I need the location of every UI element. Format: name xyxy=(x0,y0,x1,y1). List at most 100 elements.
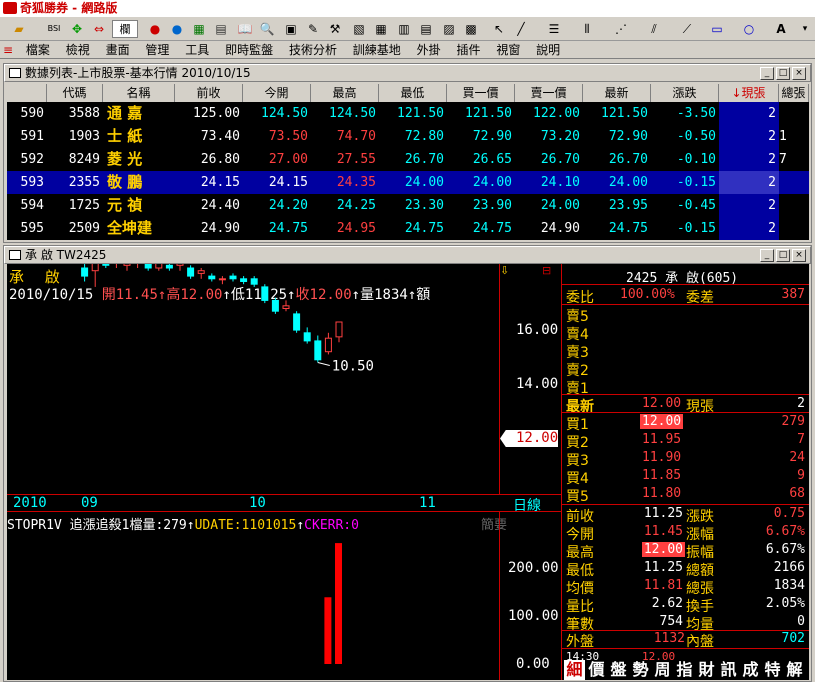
table-cell-prev-close: 24.40 xyxy=(200,198,240,213)
year-label: 2010 xyxy=(13,495,47,511)
ellipse-icon[interactable]: ○ xyxy=(740,20,758,38)
close-button[interactable]: × xyxy=(792,67,806,80)
tool-icon-4[interactable]: ▤ xyxy=(212,20,230,38)
folder-icon[interactable]: ▰ xyxy=(10,20,28,38)
menu-file[interactable]: 檔案 xyxy=(20,41,56,59)
candle-body xyxy=(165,264,173,269)
stat-label-2: 總張 xyxy=(686,581,714,597)
chart-close-button[interactable]: × xyxy=(792,249,806,262)
quote-tab[interactable]: 盤 xyxy=(608,660,629,680)
quote-tab[interactable]: 指 xyxy=(674,660,695,680)
bid-price[interactable]: 11.90 xyxy=(640,450,683,465)
quote-tab[interactable]: 勢 xyxy=(630,660,651,680)
column-header-row-number[interactable] xyxy=(7,84,47,102)
candle-body xyxy=(218,278,226,281)
quote-tab[interactable]: 訊 xyxy=(718,660,739,680)
menu-addon[interactable]: 插件 xyxy=(450,41,486,59)
bid-level-label: 買5 xyxy=(566,489,589,505)
text-icon[interactable]: A xyxy=(772,20,790,38)
candle-body xyxy=(282,305,290,309)
bsi-icon[interactable]: BSI xyxy=(45,20,63,38)
rect-icon[interactable]: ▭ xyxy=(708,20,726,38)
table-cell-row-number: 591 xyxy=(20,129,44,144)
column-header-bid[interactable]: 買一價 xyxy=(447,84,515,102)
tool-icon-9[interactable]: ▦ xyxy=(372,20,390,38)
menu-window[interactable]: 視窗 xyxy=(490,41,526,59)
candle-body xyxy=(187,267,195,277)
table-cell-bid: 24.00 xyxy=(472,175,512,190)
menu-tools[interactable]: 工具 xyxy=(179,41,215,59)
maximize-button[interactable]: □ xyxy=(776,67,790,80)
quote-tab[interactable]: 解 xyxy=(784,660,805,680)
menu-view[interactable]: 檢視 xyxy=(60,41,96,59)
menu-monitor[interactable]: 即時監盤 xyxy=(219,41,279,59)
channel-icon[interactable]: ⫽ xyxy=(645,20,663,38)
tool-icon-13[interactable]: ▩ xyxy=(462,20,480,38)
tool-icon-10[interactable]: ▥ xyxy=(395,20,413,38)
column-header-change[interactable]: 漲跌 xyxy=(651,84,719,102)
quote-tab[interactable]: 財 xyxy=(696,660,717,680)
quote-tab[interactable]: 價 xyxy=(586,660,607,680)
menu-analysis[interactable]: 技術分析 xyxy=(283,41,343,59)
table-cell-open: 24.15 xyxy=(268,175,308,190)
column-header-current-vol[interactable]: ↓現張 xyxy=(719,84,779,102)
menu-help[interactable]: 說明 xyxy=(530,41,566,59)
volume-tick: 100.00 xyxy=(508,608,559,624)
move-icon[interactable]: ✥ xyxy=(68,20,86,38)
column-header-low[interactable]: 最低 xyxy=(379,84,447,102)
minimize-button[interactable]: _ xyxy=(760,67,774,80)
candlestick-chart[interactable]: 16.9010.50 xyxy=(7,264,561,680)
box-icon[interactable]: ⊟ xyxy=(542,264,551,277)
chart-maximize-button[interactable]: □ xyxy=(776,249,790,262)
bid-price[interactable]: 11.95 xyxy=(640,432,683,447)
tool-icon-7[interactable]: ⚒ xyxy=(326,20,344,38)
tool-icon-8[interactable]: ▧ xyxy=(350,20,368,38)
menu-plugin[interactable]: 外掛 xyxy=(411,41,447,59)
tool-icon-12[interactable]: ▨ xyxy=(440,20,458,38)
quote-tab[interactable]: 細 xyxy=(564,660,585,680)
menu-manage[interactable]: 管理 xyxy=(139,41,175,59)
fan-icon[interactable]: ⋰ xyxy=(612,20,630,38)
search-icon[interactable]: 🔍 xyxy=(258,20,276,38)
column-header-name[interactable]: 名稱 xyxy=(103,84,175,102)
book-icon[interactable]: 📖 xyxy=(236,20,254,38)
column-header-last[interactable]: 最新 xyxy=(583,84,651,102)
column-header-open[interactable]: 今開 xyxy=(243,84,311,102)
column-header-code[interactable]: 代碼 xyxy=(47,84,103,102)
menu-screen[interactable]: 畫面 xyxy=(100,41,136,59)
column-header-prev-close[interactable]: 前收 xyxy=(175,84,243,102)
table-cell-total-vol xyxy=(779,102,809,125)
bid-price[interactable]: 11.80 xyxy=(640,486,683,501)
stat-value: 12.00 xyxy=(641,542,685,557)
table-cell-open: 24.75 xyxy=(268,221,308,236)
chevron-down-icon[interactable]: ▾ xyxy=(796,20,814,38)
bid-price[interactable]: 11.85 xyxy=(640,468,683,483)
quote-tab[interactable]: 周 xyxy=(652,660,673,680)
tool-icon-5[interactable]: ▣ xyxy=(282,20,300,38)
tool-icon-2[interactable]: ● xyxy=(168,20,186,38)
table-cell-low: 72.80 xyxy=(404,129,444,144)
table-cell-row-number: 590 xyxy=(20,106,44,121)
column-header-high[interactable]: 最高 xyxy=(311,84,379,102)
indicator-name[interactable]: STOPR1V xyxy=(7,518,62,533)
arrows-icon[interactable]: ⇔ xyxy=(90,20,108,38)
quote-tab[interactable]: 成 xyxy=(740,660,761,680)
anchor-icon[interactable]: ⇩ xyxy=(500,264,509,277)
tool-icon-1[interactable]: ● xyxy=(146,20,164,38)
chart-minimize-button[interactable]: _ xyxy=(760,249,774,262)
quote-tab[interactable]: 特 xyxy=(762,660,783,680)
column-header-total-vol[interactable]: 總張 xyxy=(779,84,809,102)
menu-training[interactable]: 訓練基地 xyxy=(347,41,407,59)
line-icon[interactable]: ╱ xyxy=(512,20,530,38)
tool-icon-3[interactable]: ▦ xyxy=(190,20,208,38)
column-combo[interactable]: 欄 xyxy=(112,20,138,38)
bid-price[interactable]: 12.00 xyxy=(640,414,684,429)
tool-icon-11[interactable]: ▤ xyxy=(417,20,435,38)
column-header-ask[interactable]: 賣一價 xyxy=(515,84,583,102)
hlines-icon[interactable]: ☰ xyxy=(545,20,563,38)
gann-icon[interactable]: ⟋ xyxy=(678,20,696,38)
vlines-icon[interactable]: ⦀ xyxy=(578,20,596,38)
table-cell-last: 121.50 xyxy=(601,106,648,121)
pointer-icon[interactable]: ↖ xyxy=(490,20,508,38)
tool-icon-6[interactable]: ✎ xyxy=(304,20,322,38)
